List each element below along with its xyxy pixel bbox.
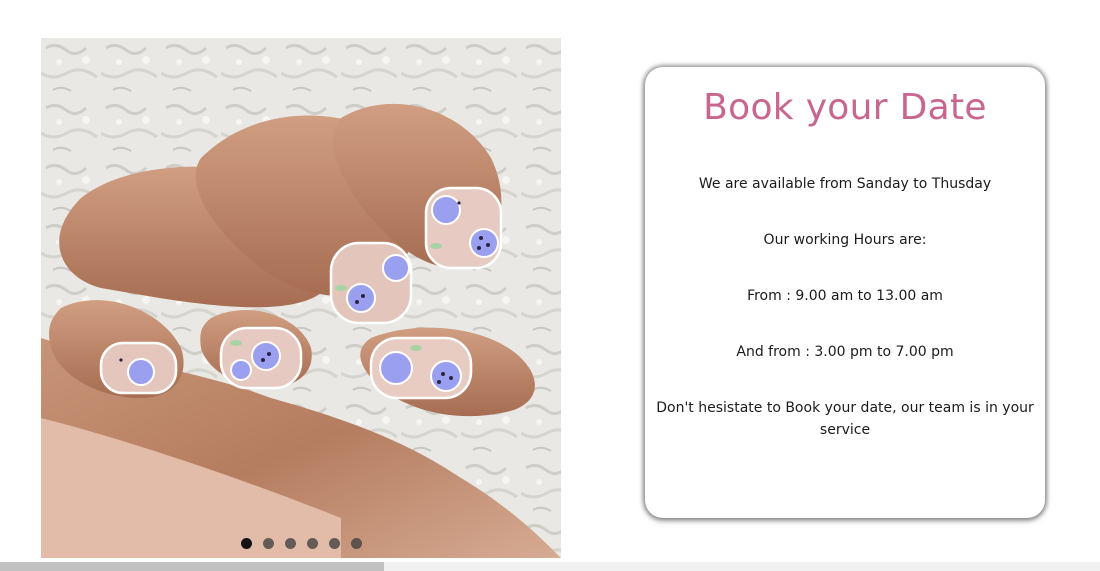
carousel-slide-image	[41, 38, 561, 558]
carousel-dot-5[interactable]	[328, 538, 340, 549]
carousel-dot-3[interactable]	[284, 538, 296, 549]
availability-days-text: We are available from Sanday to Thusday	[698, 176, 992, 192]
page: Book your Date We are available from San…	[0, 0, 1100, 571]
carousel-dot-4[interactable]	[306, 538, 318, 549]
carousel-indicators	[41, 538, 561, 549]
morning-hours-text: From : 9.00 am to 13.00 am	[747, 288, 943, 304]
working-hours-heading: Our working Hours are:	[763, 232, 927, 248]
booking-title: Book your Date	[703, 87, 987, 128]
carousel-dot-2[interactable]	[262, 538, 274, 549]
afternoon-hours-text: And from : 3.00 pm to 7.00 pm	[736, 344, 954, 360]
carousel-dot-1[interactable]	[240, 538, 252, 549]
carousel-dot-6[interactable]	[350, 538, 362, 549]
booking-invitation-text: Don't hesistate to Book your date, our t…	[656, 400, 1034, 438]
scrollbar-thumb[interactable]	[0, 562, 384, 571]
image-carousel[interactable]	[41, 38, 561, 558]
horizontal-scrollbar[interactable]	[0, 562, 1100, 571]
booking-card: Book your Date We are available from San…	[645, 67, 1045, 518]
